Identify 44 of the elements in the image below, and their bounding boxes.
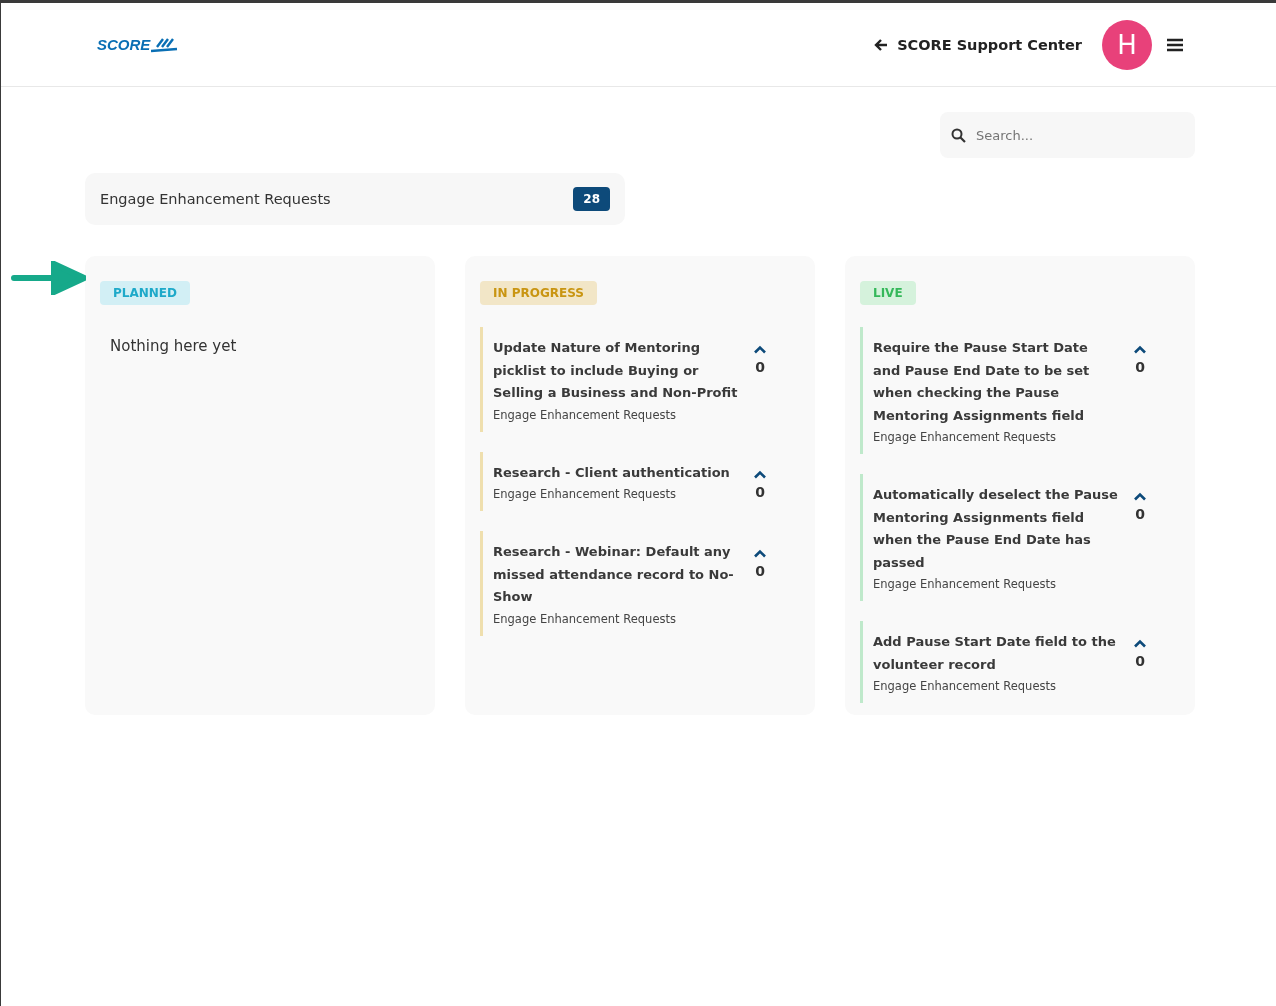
request-title: Update Nature of Mentoring picklist to include Buying or Selling a Business and Non-Profit (493, 339, 739, 402)
arrow-icon (10, 261, 86, 295)
board-name: Engage Enhancement Requests (873, 430, 1057, 444)
request-title: Add Pause Start Date field to the volunteer record (873, 633, 1117, 674)
request-title: Research - Client authentication (493, 463, 731, 482)
request-title: Require the Pause Start Date and Pause End Date to be set when checking the Pause Mentoring Assignments field (873, 339, 1091, 425)
upvote-icon[interactable] (1133, 492, 1147, 501)
support-center-link[interactable]: SCORE Support Center (874, 36, 1082, 53)
board-name: Engage Enhancement Requests (873, 679, 1057, 693)
board-name: Engage Enhancement Requests (493, 407, 677, 422)
status-tag: PLANNED (100, 281, 190, 305)
request-title: Research - Webinar: Default any missed attendance record to No-Show (493, 543, 735, 606)
status-tag: LIVE (860, 281, 916, 305)
request-card[interactable]: Update Nature of Mentoring picklist to include Buying or Selling a Business and Non-Profit Engage Enhancement Requests 0 (480, 327, 800, 432)
request-card[interactable]: Add Pause Start Date field to the volunteer record Engage Enhancement Requests 0 (860, 621, 1180, 703)
board-title: Engage Enhancement Requests (100, 191, 331, 207)
logo[interactable]: SCORE (97, 36, 180, 53)
vote-count: 0 (755, 563, 765, 579)
empty-message: Nothing here yet (110, 337, 238, 355)
request-title: Automatically deselect the Pause Mentoring Assignments field when the Pause End Date has passed (873, 486, 1119, 572)
user-avatar[interactable]: H (1102, 19, 1152, 70)
request-card[interactable]: Automatically deselect the Pause Mentoring Assignments field when the Pause End Date has passed Engage Enhancement Requests 0 (860, 474, 1180, 601)
vote-count: 0 (1135, 359, 1145, 375)
request-card[interactable]: Research - Webinar: Default any missed attendance record to No-Show Engage Enhancement Requests 0 (480, 531, 800, 636)
board-name: Engage Enhancement Requests (493, 487, 677, 501)
request-card[interactable]: Research - Client authentication Engage Enhancement Requests 0 (480, 451, 800, 511)
arrow-left-icon (874, 37, 889, 52)
vote-count: 0 (755, 483, 765, 500)
status-tag: IN PROGRESS (480, 281, 597, 305)
upvote-icon[interactable] (753, 469, 767, 479)
vote-count: 0 (1135, 653, 1145, 669)
board-name: Engage Enhancement Requests (873, 577, 1057, 591)
vote-count: 0 (1135, 506, 1145, 522)
search-field[interactable]: Search... (940, 112, 1195, 158)
board-bar[interactable]: Engage Enhancement Requests 28 (85, 173, 625, 225)
board-name: Engage Enhancement Requests (493, 611, 677, 626)
count-badge: 28 (573, 187, 610, 211)
vote-count: 0 (755, 359, 765, 375)
request-card[interactable]: Require the Pause Start Date and Pause End Date to be set when checking the Pause Mentoring Assignments field Engage Enhancement Requests 0 (860, 327, 1180, 454)
menu-icon[interactable] (1166, 36, 1184, 53)
upvote-icon[interactable] (1133, 639, 1147, 648)
upvote-icon[interactable] (753, 345, 767, 354)
upvote-icon[interactable] (753, 549, 767, 558)
upvote-icon[interactable] (1133, 345, 1147, 354)
